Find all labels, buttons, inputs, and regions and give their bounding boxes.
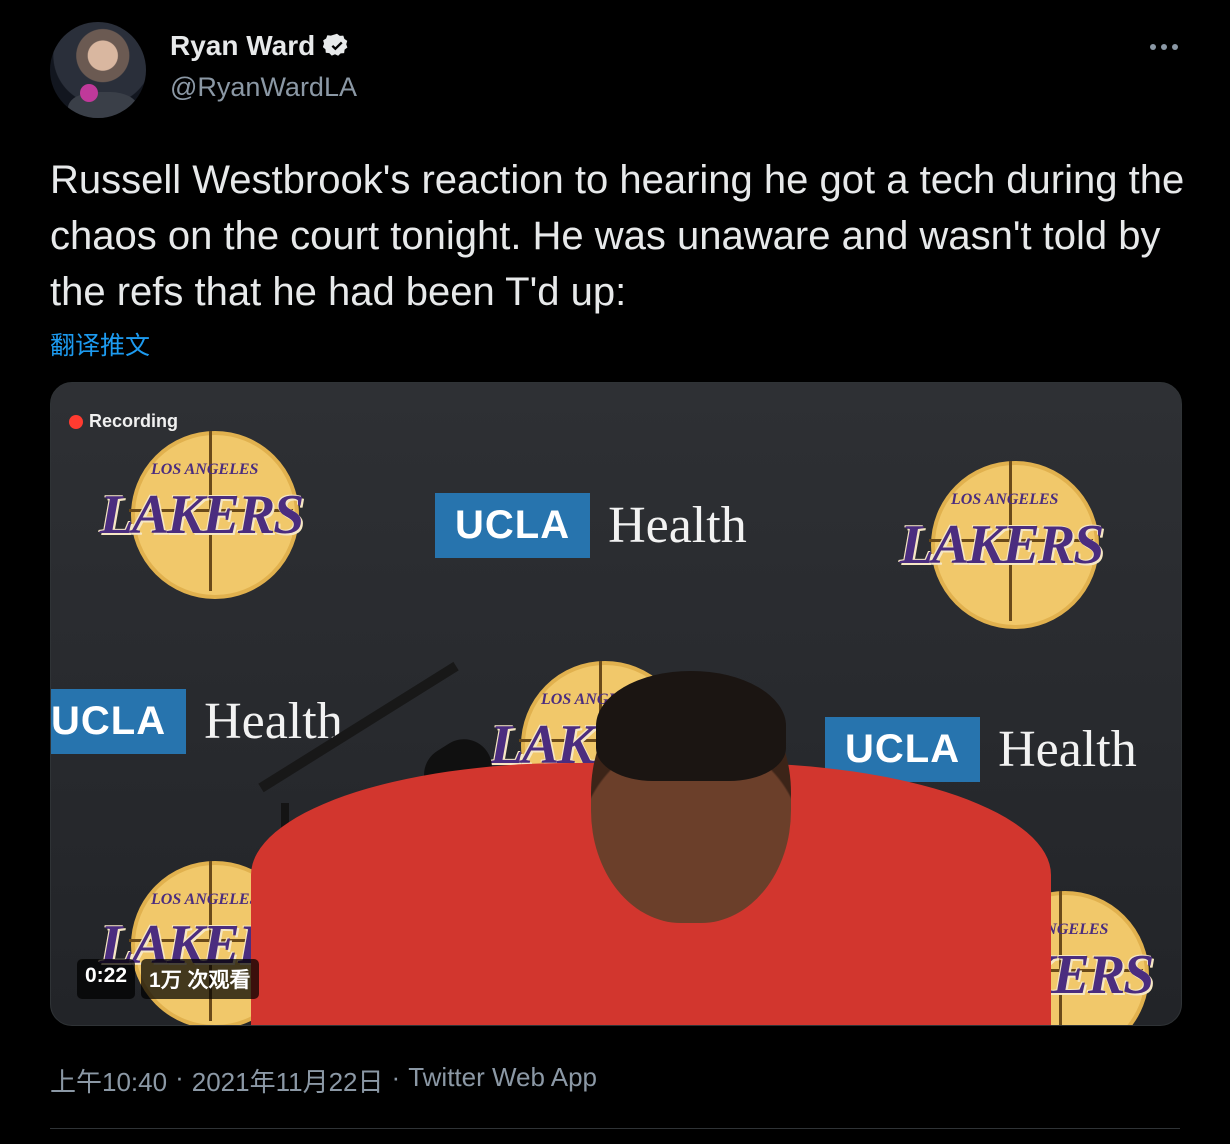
logo-word: LAKERS [899,514,1105,576]
author-name[interactable]: Ryan Ward [170,30,315,62]
player-figure [251,671,1051,1025]
lakers-logo: LOS ANGELES LAKERS [81,423,321,603]
video-duration: 0:22 [77,959,136,999]
logo-small-text: LOS ANGELES [151,891,259,908]
avatar-mic [80,84,98,102]
meta-separator: · [175,1062,184,1092]
verified-badge-icon [323,33,348,56]
logo-small-text: LOS ANGELES [151,461,259,478]
recording-indicator: Recording [69,411,178,432]
logo-word: LAKERS [99,484,305,546]
avatar-shirt [68,92,138,118]
health-word: Health [608,497,747,554]
more-options-icon[interactable] [1146,34,1182,60]
video-player[interactable]: LOS ANGELES LAKERS LOS ANGELES LAKERS LO… [50,382,1182,1026]
translate-tweet-link[interactable]: 翻译推文 [50,326,150,362]
meta-separator: · [391,1062,401,1092]
ucla-health-logo: UCLA Health [435,493,747,558]
player-hair [596,671,786,781]
more-dot [1161,44,1167,50]
recording-dot-icon [69,414,83,429]
tweet-meta: 上午10:40 · 2021年11月22日 · Twitter Web App [50,1062,597,1099]
author-avatar[interactable] [50,22,146,118]
author-handle[interactable]: @RyanWardLA [170,72,357,103]
more-dot [1172,44,1178,50]
tweet-date[interactable]: 2021年11月22日 [192,1062,384,1099]
recording-label: Recording [89,411,179,431]
tweet-text: Russell Westbrook's reaction to hearing … [50,158,1185,314]
video-views: 1万 次观看 [141,959,259,999]
author-name-row[interactable]: Ryan Ward [170,30,351,62]
tweet-time[interactable]: 上午10:40 [50,1062,167,1099]
ucla-box: UCLA [435,493,591,558]
tweet-source[interactable]: Twitter Web App [408,1062,597,1099]
more-dot [1150,44,1156,50]
ucla-box: UCLA [51,689,187,754]
video-badges: 0:22 1万 次观看 [77,959,259,999]
logo-small-text: LOS ANGELES [951,491,1059,508]
divider [50,1128,1180,1129]
lakers-logo: LOS ANGELES LAKERS [881,453,1121,633]
